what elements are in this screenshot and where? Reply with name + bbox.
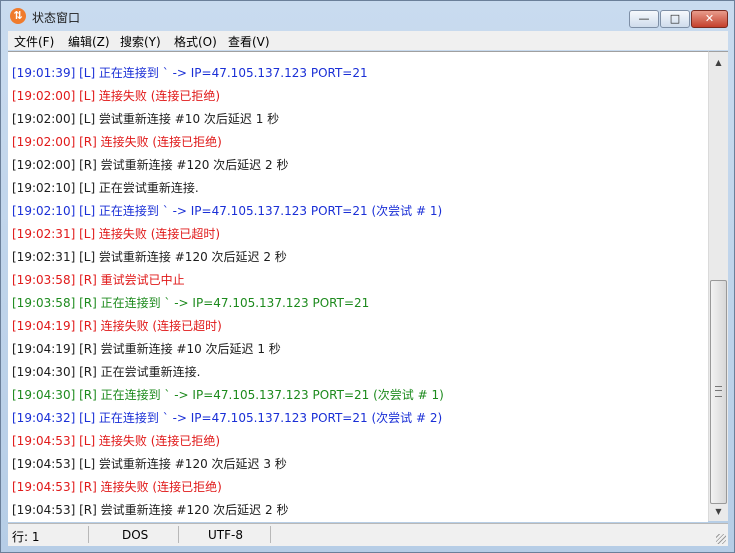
log-text-area[interactable]: [19:01:39] [L] 正在连接到 ` -> IP=47.105.137.… xyxy=(8,51,708,522)
log-line: [19:04:32] [L] 正在连接到 ` -> IP=47.105.137.… xyxy=(12,411,443,425)
title-bar[interactable]: ⇅ 状态窗口 — □ ✕ xyxy=(1,1,734,32)
grip-icon xyxy=(715,386,722,397)
status-divider xyxy=(178,526,179,543)
vertical-scrollbar[interactable]: ▲ ▼ xyxy=(708,51,728,521)
close-button[interactable]: ✕ xyxy=(691,10,728,28)
status-bar: 行: 1 DOS UTF-8 xyxy=(8,523,728,546)
menu-bar: 文件(F) 编辑(Z) 搜索(Y) 格式(O) 查看(V) xyxy=(8,31,728,50)
scroll-down-arrow-icon[interactable]: ▼ xyxy=(709,503,728,520)
log-line: [19:02:00] [L] 连接失败 (连接已拒绝) xyxy=(12,89,221,103)
minimize-button[interactable]: — xyxy=(629,10,659,28)
log-line: [19:04:30] [R] 正在连接到 ` -> IP=47.105.137.… xyxy=(12,388,444,402)
log-line: [19:03:58] [R] 重试尝试已中止 xyxy=(12,273,185,287)
status-window: ⇅ 状态窗口 — □ ✕ 文件(F) 编辑(Z) 搜索(Y) 格式(O) 查看(… xyxy=(0,0,735,553)
log-line: [19:02:00] [R] 尝试重新连接 #120 次后延迟 2 秒 xyxy=(12,158,289,172)
log-line: [19:04:19] [R] 连接失败 (连接已超时) xyxy=(12,319,222,333)
menu-view[interactable]: 查看(V) xyxy=(228,33,270,50)
log-line: [19:04:53] [L] 尝试重新连接 #120 次后延迟 3 秒 xyxy=(12,457,287,471)
log-line: [19:02:10] [L] 正在尝试重新连接. xyxy=(12,181,199,195)
log-line: [19:04:53] [R] 尝试重新连接 #120 次后延迟 2 秒 xyxy=(12,503,289,517)
log-line: [19:02:31] [L] 连接失败 (连接已超时) xyxy=(12,227,221,241)
status-divider xyxy=(270,526,271,543)
resize-grip-icon[interactable] xyxy=(716,534,726,544)
log-line: [19:03:58] [R] 正在连接到 ` -> IP=47.105.137.… xyxy=(12,296,370,310)
maximize-button[interactable]: □ xyxy=(660,10,690,28)
app-icon: ⇅ xyxy=(10,8,26,24)
log-line: [19:04:19] [R] 尝试重新连接 #10 次后延迟 1 秒 xyxy=(12,342,281,356)
log-line: [19:02:00] [L] 尝试重新连接 #10 次后延迟 1 秒 xyxy=(12,112,280,126)
window-title: 状态窗口 xyxy=(32,11,81,25)
status-line-number: 行: 1 xyxy=(12,530,40,544)
menu-search[interactable]: 搜索(Y) xyxy=(120,33,161,50)
log-line: [19:02:10] [L] 正在连接到 ` -> IP=47.105.137.… xyxy=(12,204,443,218)
log-line: [19:04:30] [R] 正在尝试重新连接. xyxy=(12,365,201,379)
status-divider xyxy=(88,526,89,543)
log-line: [19:02:00] [R] 连接失败 (连接已拒绝) xyxy=(12,135,222,149)
menu-format[interactable]: 格式(O) xyxy=(174,33,217,50)
scroll-up-arrow-icon[interactable]: ▲ xyxy=(709,54,728,71)
log-line: [19:04:53] [R] 连接失败 (连接已拒绝) xyxy=(12,480,222,494)
log-line: [19:02:31] [L] 尝试重新连接 #120 次后延迟 2 秒 xyxy=(12,250,287,264)
scroll-thumb[interactable] xyxy=(710,280,727,504)
status-line-ending: DOS xyxy=(122,528,149,542)
log-line: [19:04:53] [L] 连接失败 (连接已拒绝) xyxy=(12,434,221,448)
menu-file[interactable]: 文件(F) xyxy=(14,33,54,50)
log-line: [19:01:39] [L] 正在连接到 ` -> IP=47.105.137.… xyxy=(12,66,368,80)
status-encoding: UTF-8 xyxy=(208,528,243,542)
menu-edit[interactable]: 编辑(Z) xyxy=(68,33,110,50)
